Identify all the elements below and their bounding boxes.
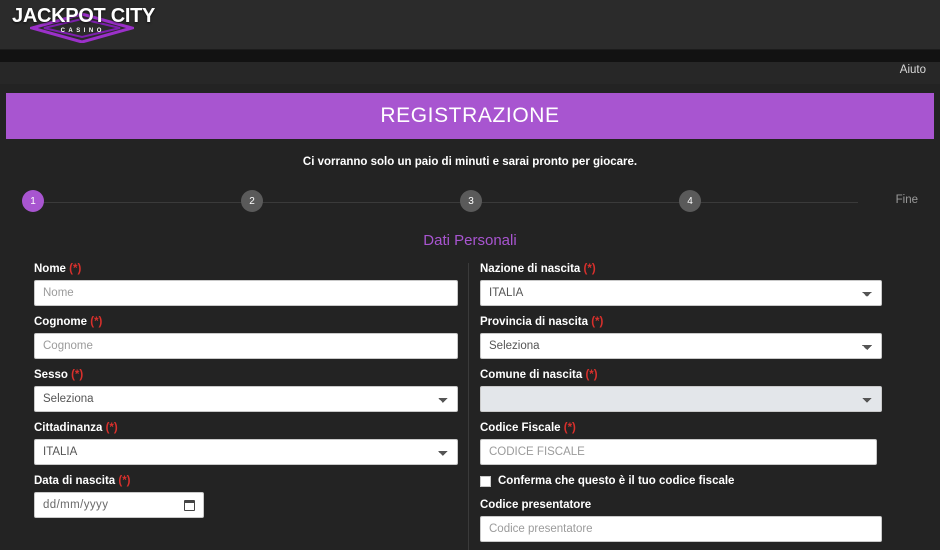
help-link[interactable]: Aiuto — [900, 64, 926, 76]
label-nazione-nascita-text: Nazione di nascita — [480, 263, 581, 275]
step-indicator-3[interactable]: 3 — [460, 190, 482, 212]
calendar-icon[interactable] — [184, 499, 195, 511]
stepper-connector-line — [36, 202, 858, 203]
nazione-nascita-select[interactable]: ITALIA — [480, 280, 882, 306]
registration-banner: REGISTRAZIONE — [6, 93, 934, 139]
required-marker: (*) — [105, 422, 118, 434]
label-nome: Nome (*) — [34, 263, 458, 275]
required-marker: (*) — [591, 316, 604, 328]
provincia-nascita-select[interactable]: Seleziona — [480, 333, 882, 359]
label-data-nascita-text: Data di nascita — [34, 475, 116, 487]
required-marker: (*) — [583, 263, 596, 275]
registration-stepper: 1 2 3 4 Fine — [22, 190, 918, 214]
required-marker: (*) — [118, 475, 131, 487]
banner-subtitle: Ci vorranno solo un paio di minuti e sar… — [302, 156, 638, 168]
required-marker: (*) — [69, 263, 82, 275]
field-nome: Nome (*) — [34, 263, 458, 306]
header-divider-strip — [0, 50, 940, 62]
section-title: Dati Personali — [423, 232, 517, 249]
label-sesso-text: Sesso — [34, 369, 68, 381]
step-indicator-2[interactable]: 2 — [241, 190, 263, 212]
step-indicator-4[interactable]: 4 — [679, 190, 701, 212]
header-nav-bar: Aiuto — [0, 62, 940, 84]
label-codice-fiscale: Codice Fiscale (*) — [480, 422, 882, 434]
logo-wordmark: JACKPOT CITY — [12, 5, 156, 27]
label-provincia-nascita: Provincia di nascita (*) — [480, 316, 882, 328]
field-codice-fiscale: Codice Fiscale (*) — [480, 422, 882, 465]
label-codice-presentatore: Codice presentatore — [480, 499, 882, 511]
page-title: REGISTRAZIONE — [380, 104, 560, 127]
codice-fiscale-input[interactable] — [480, 439, 877, 465]
confirm-codice-fiscale-label: Conferma che questo è il tuo codice fisc… — [498, 475, 735, 487]
personal-data-form: Nome (*) Cognome (*) Sesso (*) Selezio — [0, 263, 940, 550]
label-comune-nascita: Comune di nascita (*) — [480, 369, 882, 381]
sesso-select[interactable]: Seleziona — [34, 386, 458, 412]
site-header: JACKPOT CITY CASINO — [0, 0, 940, 50]
label-codice-presentatore-text: Codice presentatore — [480, 499, 592, 511]
field-nazione-nascita: Nazione di nascita (*) ITALIA — [480, 263, 882, 306]
registration-page: REGISTRAZIONE Ci vorranno solo un paio d… — [0, 93, 940, 550]
field-comune-nascita: Comune di nascita (*) — [480, 369, 882, 412]
site-logo[interactable]: JACKPOT CITY CASINO — [12, 3, 156, 47]
step-end-label: Fine — [895, 194, 918, 206]
cognome-input[interactable] — [34, 333, 458, 359]
label-sesso: Sesso (*) — [34, 369, 458, 381]
required-marker: (*) — [71, 369, 84, 381]
form-column-left: Nome (*) Cognome (*) Sesso (*) Selezio — [34, 263, 458, 550]
confirm-codice-fiscale-row[interactable]: Conferma che questo è il tuo codice fisc… — [480, 475, 882, 487]
required-marker: (*) — [90, 316, 103, 328]
label-cittadinanza-text: Cittadinanza — [34, 422, 103, 434]
data-nascita-input[interactable]: dd/mm/yyyy — [34, 492, 204, 518]
label-nazione-nascita: Nazione di nascita (*) — [480, 263, 882, 275]
label-cittadinanza: Cittadinanza (*) — [34, 422, 458, 434]
field-cittadinanza: Cittadinanza (*) ITALIA — [34, 422, 458, 465]
label-cognome-text: Cognome — [34, 316, 88, 328]
label-comune-nascita-text: Comune di nascita — [480, 369, 583, 381]
label-provincia-nascita-text: Provincia di nascita — [480, 316, 589, 328]
field-provincia-nascita: Provincia di nascita (*) Seleziona — [480, 316, 882, 359]
label-data-nascita: Data di nascita (*) — [34, 475, 458, 487]
logo-subtext: CASINO — [60, 28, 105, 34]
step-indicator-1[interactable]: 1 — [22, 190, 44, 212]
nome-input[interactable] — [34, 280, 458, 306]
field-data-nascita: Data di nascita (*) dd/mm/yyyy — [34, 475, 458, 518]
cittadinanza-select[interactable]: ITALIA — [34, 439, 458, 465]
required-marker: (*) — [585, 369, 598, 381]
field-codice-presentatore: Codice presentatore — [480, 499, 882, 542]
comune-nascita-select[interactable] — [480, 386, 882, 412]
confirm-codice-fiscale-checkbox[interactable] — [480, 475, 491, 487]
required-marker: (*) — [563, 422, 576, 434]
codice-presentatore-input[interactable] — [480, 516, 882, 542]
field-cognome: Cognome (*) — [34, 316, 458, 359]
data-nascita-placeholder: dd/mm/yyyy — [43, 499, 109, 511]
label-codice-fiscale-text: Codice Fiscale — [480, 422, 561, 434]
label-nome-text: Nome — [34, 263, 66, 275]
field-sesso: Sesso (*) Seleziona — [34, 369, 458, 412]
label-cognome: Cognome (*) — [34, 316, 458, 328]
form-column-right: Nazione di nascita (*) ITALIA Provincia … — [458, 263, 882, 550]
